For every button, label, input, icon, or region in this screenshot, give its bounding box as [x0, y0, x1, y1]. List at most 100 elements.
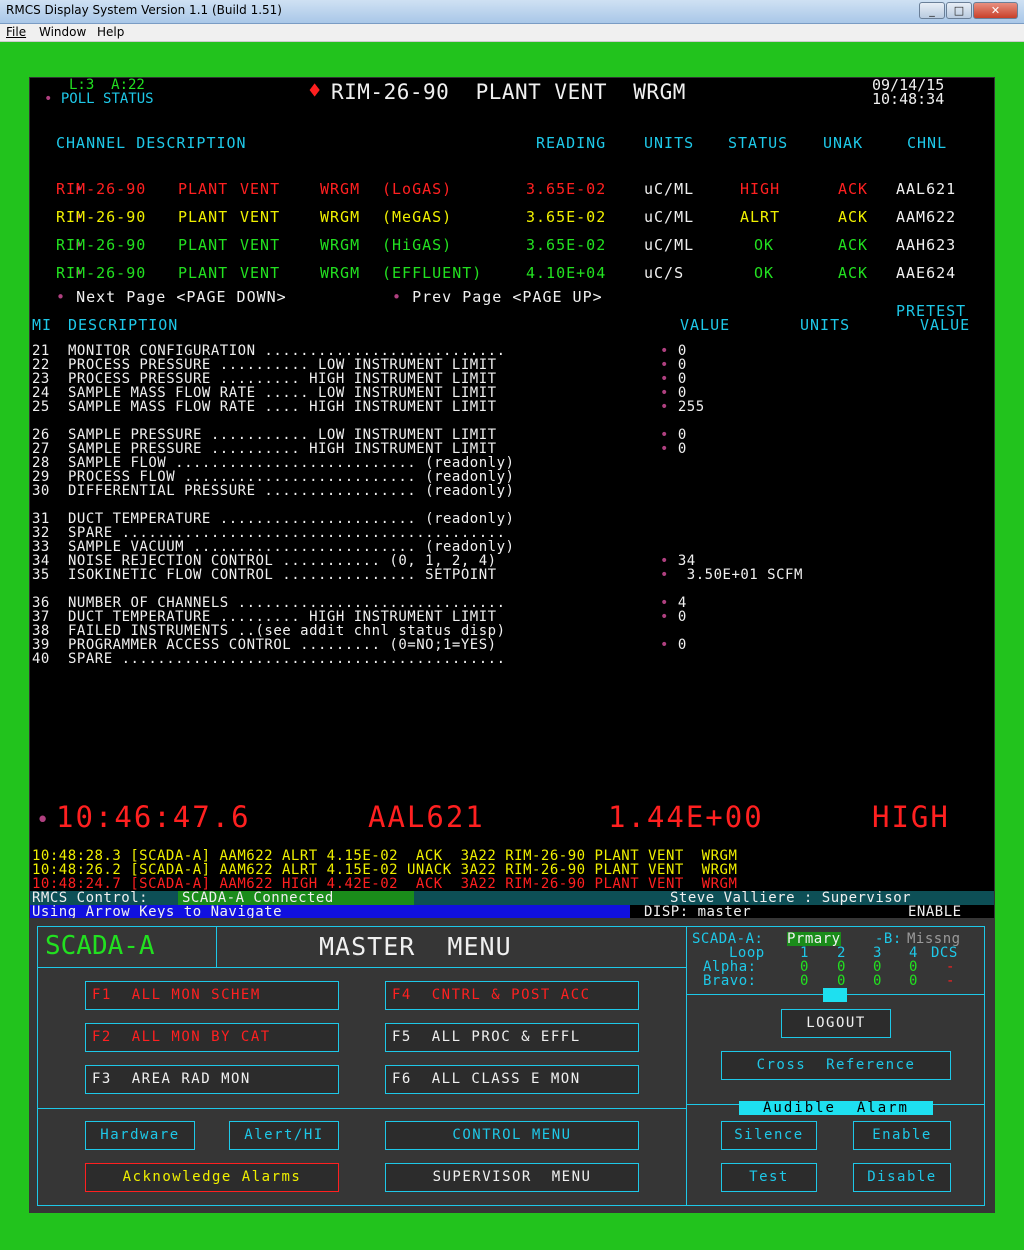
- scada-a-value: Prmary: [787, 931, 841, 947]
- f4-cntrl-post-acc-button[interactable]: F4 CNTRL & POST ACC: [385, 981, 639, 1010]
- nav-hint: Using Arrow Keys to Navigate: [30, 905, 630, 919]
- logout-button[interactable]: LOGOUT: [781, 1009, 891, 1038]
- loop-1: 1: [800, 945, 809, 961]
- loop-indicator: L:3 A:22: [69, 77, 145, 93]
- event-log-row[interactable]: 10:48:24.7 [SCADA-A] AAM622 HIGH 4.42E-0…: [32, 877, 737, 891]
- f3-area-rad-mon-button[interactable]: F3 AREA RAD MON: [85, 1065, 339, 1094]
- disable-button[interactable]: Disable: [853, 1163, 951, 1192]
- mi-description: SAMPLE MASS FLOW RATE .... HIGH INSTRUME…: [68, 399, 506, 415]
- hardware-button[interactable]: Hardware: [85, 1121, 195, 1150]
- mi-row[interactable]: 24 SAMPLE MASS FLOW RATE ..... LOW INSTRU…: [32, 386, 687, 400]
- cross-reference-button[interactable]: Cross Reference: [721, 1051, 951, 1080]
- f1-all-mon-schem-button[interactable]: F1 ALL MON SCHEM: [85, 981, 339, 1010]
- mi-row[interactable]: 40 SPARE ................................…: [32, 652, 660, 666]
- dcs-label: DCS: [931, 945, 958, 961]
- bravo-1: 0: [800, 973, 809, 989]
- minimize-button[interactable]: _: [919, 2, 945, 19]
- col-channel-description: CHANNEL DESCRIPTION: [56, 134, 247, 152]
- col-pretest-value: VALUE: [920, 316, 971, 334]
- f2-all-mon-by-cat-button[interactable]: F2 ALL MON BY CAT: [85, 1023, 339, 1052]
- mi-row[interactable]: 21 MONITOR CONFIGURATION ................…: [32, 344, 687, 358]
- menu-window[interactable]: Window: [39, 25, 86, 39]
- alpha-1: 0: [800, 959, 809, 975]
- mi-number: 26: [32, 427, 50, 443]
- bravo-dcs: -: [946, 973, 955, 989]
- alert-hi-button[interactable]: Alert/HI: [229, 1121, 339, 1150]
- mi-row[interactable]: 28 SAMPLE FLOW ..........................…: [32, 456, 660, 470]
- mi-number: 24: [32, 385, 50, 401]
- master-menu-panel: SCADA-A MASTER MENU F1 ALL MON SCHEM F4 …: [29, 918, 995, 1213]
- mi-row[interactable]: 26 SAMPLE PRESSURE ........... LOW INSTRU…: [32, 428, 687, 442]
- mi-row[interactable]: 36 NUMBER OF CHANNELS ...................…: [32, 596, 687, 610]
- mi-description: PROCESS FLOW .......................... …: [68, 469, 515, 485]
- mi-row[interactable]: 27 SAMPLE PRESSURE .......... HIGH INSTRU…: [32, 442, 687, 456]
- panel-hline: [37, 1108, 687, 1109]
- alpha-4: 0: [909, 959, 918, 975]
- mi-row[interactable]: 29 PROCESS FLOW .........................…: [32, 470, 660, 484]
- mi-number: 21: [32, 343, 50, 359]
- mi-description: SAMPLE VACUUM ......................... …: [68, 539, 515, 555]
- mi-row[interactable]: 37 DUCT TEMPERATURE ......... HIGH INSTRU…: [32, 610, 687, 624]
- prev-page-link[interactable]: • Prev Page <PAGE UP>: [392, 288, 603, 306]
- mi-description: SPARE ..................................…: [68, 525, 506, 541]
- mi-number: 40: [32, 651, 50, 667]
- mi-row[interactable]: 35 ISOKINETIC FLOW CONTROL ..............…: [32, 568, 803, 582]
- f5-all-proc-effl-button[interactable]: F5 ALL PROC & EFFL: [385, 1023, 639, 1052]
- f6-all-class-e-mon-button[interactable]: F6 ALL CLASS E MON: [385, 1065, 639, 1094]
- mi-row[interactable]: 33 SAMPLE VACUUM ........................…: [32, 540, 660, 554]
- mi-number: 37: [32, 609, 50, 625]
- supervisor-menu-button[interactable]: SUPERVISOR MENU: [385, 1163, 639, 1192]
- mi-row[interactable]: 34 NOISE REJECTION CONTROL ........... (0…: [32, 554, 696, 568]
- mi-row[interactable]: 39 PROGRAMMER ACCESS CONTROL ......... (0…: [32, 638, 687, 652]
- diamond-icon: ♦: [308, 79, 322, 104]
- mi-row[interactable]: 23 PROCESS PRESSURE ......... HIGH INSTRU…: [32, 372, 687, 386]
- control-label: RMCS Control:: [32, 890, 149, 906]
- mi-row[interactable]: 22 PROCESS PRESSURE .......... LOW INSTRU…: [32, 358, 687, 372]
- scada-a-label: SCADA-A:: [692, 931, 764, 947]
- mi-row[interactable]: 32 SPARE ................................…: [32, 526, 660, 540]
- mi-description: DUCT TEMPERATURE ...................... …: [68, 511, 515, 527]
- mi-row[interactable]: 31 DUCT TEMPERATURE .....................…: [32, 512, 660, 526]
- mi-spacer: [32, 582, 660, 596]
- test-button[interactable]: Test: [721, 1163, 817, 1192]
- mi-description: ISOKINETIC FLOW CONTROL ............... …: [68, 567, 506, 583]
- alarm-dot-icon: •: [36, 808, 50, 833]
- close-button[interactable]: ✕: [973, 2, 1018, 19]
- mi-number: 33: [32, 539, 50, 555]
- enable-button[interactable]: Enable: [853, 1121, 951, 1150]
- mi-value: • 0: [660, 609, 687, 625]
- col-unak: UNAK: [823, 134, 864, 152]
- mi-description: SAMPLE PRESSURE .......... HIGH INSTRUME…: [68, 441, 506, 457]
- system-label: SCADA-A: [45, 931, 155, 961]
- mi-row[interactable]: 30 DIFFERENTIAL PRESSURE ................…: [32, 484, 660, 498]
- menu-file[interactable]: File: [6, 25, 26, 39]
- event-log-row[interactable]: 10:48:26.2 [SCADA-A] AAM622 ALRT 4.15E-0…: [32, 863, 737, 877]
- event-log-row[interactable]: 10:48:28.3 [SCADA-A] AAM622 ALRT 4.15E-0…: [32, 849, 737, 863]
- mi-description: PROCESS PRESSURE ......... HIGH INSTRUME…: [68, 371, 506, 387]
- next-page-link[interactable]: • Next Page <PAGE DOWN>: [56, 288, 287, 306]
- mi-description: DUCT TEMPERATURE ......... HIGH INSTRUME…: [68, 609, 506, 625]
- scada-b-label: -B:: [875, 931, 902, 947]
- current-user: Steve Valliere : Supervisor: [670, 890, 912, 906]
- bravo-2: 0: [837, 973, 846, 989]
- mi-row[interactable]: 25 SAMPLE MASS FLOW RATE .... HIGH INSTRU…: [32, 400, 705, 414]
- mi-row[interactable]: 38 FAILED INSTRUMENTS ..(see addit chnl s…: [32, 624, 660, 638]
- header-time: 10:48:34: [872, 90, 945, 108]
- mi-number: 22: [32, 357, 50, 373]
- col-reading: READING: [536, 134, 607, 152]
- silence-button[interactable]: Silence: [721, 1121, 817, 1150]
- mi-spacer: [32, 498, 660, 512]
- control-menu-button[interactable]: CONTROL MENU: [385, 1121, 639, 1150]
- mi-number: 29: [32, 469, 50, 485]
- alpha-2: 0: [837, 959, 846, 975]
- mi-description: SAMPLE PRESSURE ........... LOW INSTRUME…: [68, 427, 506, 443]
- page-title: RIM-26-90 PLANT VENT WRGM: [331, 80, 686, 104]
- maximize-button[interactable]: □: [946, 2, 972, 19]
- menu-help[interactable]: Help: [97, 25, 124, 39]
- col-mi-units: UNITS: [800, 316, 851, 334]
- loop-4: 4: [909, 945, 918, 961]
- heartbeat-indicator: [823, 988, 847, 1002]
- acknowledge-alarms-button[interactable]: Acknowledge Alarms: [85, 1163, 339, 1192]
- loop-2: 2: [837, 945, 846, 961]
- col-description: DESCRIPTION: [68, 316, 179, 334]
